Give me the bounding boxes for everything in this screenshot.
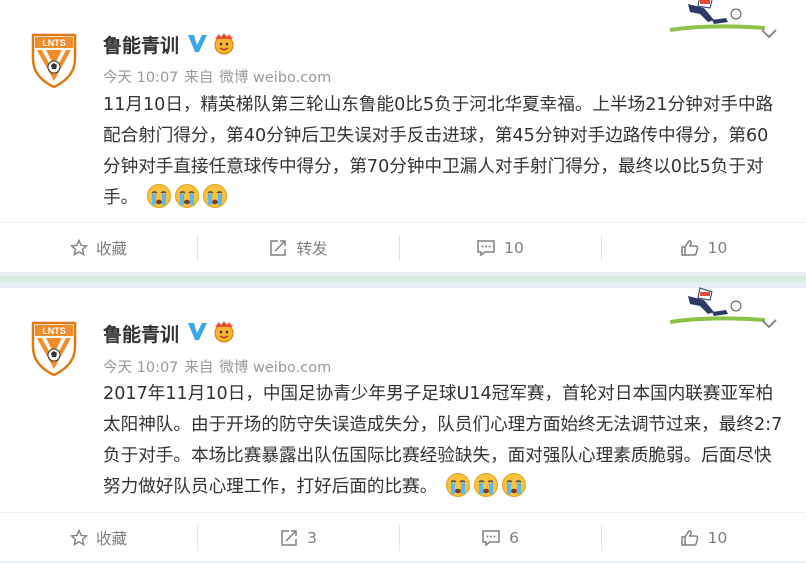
post-text-body: 2017年11月10日，中国足协青少年男子足球U14冠军赛，首轮对日本国内联赛亚… (103, 384, 783, 497)
star-icon (69, 529, 88, 547)
author-name[interactable]: 鲁能青训 (103, 31, 179, 58)
like-button[interactable]: 10 (601, 223, 806, 273)
like-button[interactable]: 10 (601, 513, 806, 563)
source-prefix: 来自 (184, 360, 214, 376)
repost-icon (281, 530, 297, 546)
post-time[interactable]: 今天 10:07 (103, 360, 178, 376)
thumbs-up-icon (680, 240, 698, 256)
post-time[interactable]: 今天 10:07 (103, 70, 178, 86)
favorite-label: 收藏 (95, 530, 127, 548)
post-meta: 今天 10:07 来自 微博 weibo.com (103, 66, 337, 87)
post-source[interactable]: 微博 weibo.com (219, 360, 331, 376)
source-prefix: 来自 (184, 70, 214, 86)
logo-text: LNTS (42, 38, 66, 48)
post-action-bar: 收藏 转发 10 10 (0, 222, 806, 273)
soccer-player-icon (669, 0, 766, 36)
repost-icon (270, 240, 287, 256)
comment-button[interactable]: 10 (399, 223, 601, 273)
like-count: 10 (707, 529, 728, 547)
repost-button[interactable]: 3 (197, 513, 399, 563)
repost-label: 转发 (296, 240, 328, 258)
verified-v-icon[interactable] (186, 320, 208, 342)
soccer-player-icon (669, 286, 766, 328)
author-name[interactable]: 鲁能青训 (103, 320, 179, 347)
weibo-post-1: LNTS 鲁能青训 今天 10:07 来自 微博 weibo.com 11月10… (0, 0, 806, 272)
comment-button[interactable]: 6 (399, 513, 601, 563)
cry-emoji-icon (146, 183, 172, 209)
chevron-down-icon[interactable] (760, 315, 778, 329)
avatar-lnts-logo-icon[interactable]: LNTS (31, 33, 77, 89)
cry-emoji-icon (202, 183, 228, 209)
cry-emoji-icon (501, 472, 527, 498)
star-icon (69, 239, 88, 257)
comment-icon (477, 240, 495, 257)
chevron-down-icon[interactable] (760, 25, 778, 39)
post-meta: 今天 10:07 来自 微博 weibo.com (103, 356, 337, 377)
thumbs-up-icon (680, 530, 698, 546)
post-text: 2017年11月10日，中国足协青少年男子足球U14冠军赛，首轮对日本国内联赛亚… (103, 379, 783, 503)
avatar-lnts-logo-icon[interactable]: LNTS (31, 321, 77, 377)
favorite-label: 收藏 (95, 240, 127, 258)
cry-emoji-icon (473, 472, 499, 498)
comment-icon (482, 530, 500, 547)
favorite-button[interactable]: 收藏 (0, 223, 197, 273)
repost-button[interactable]: 转发 (197, 223, 399, 273)
member-emoji-icon[interactable] (212, 321, 236, 343)
like-count: 10 (707, 239, 728, 257)
post-source[interactable]: 微博 weibo.com (219, 70, 331, 86)
logo-text: LNTS (42, 326, 66, 336)
member-emoji-icon[interactable] (212, 33, 236, 55)
post-action-bar: 收藏 3 6 10 (0, 512, 806, 563)
verified-v-icon[interactable] (186, 32, 208, 54)
comment-count: 10 (504, 239, 524, 257)
favorite-button[interactable]: 收藏 (0, 513, 197, 563)
repost-count: 3 (307, 529, 317, 547)
comment-count: 6 (509, 529, 519, 547)
cry-emoji-icon (174, 183, 200, 209)
post-text: 11月10日，精英梯队第三轮山东鲁能0比5负于河北华夏幸福。上半场21分钟对手中… (103, 90, 783, 214)
cry-emoji-icon (445, 472, 471, 498)
